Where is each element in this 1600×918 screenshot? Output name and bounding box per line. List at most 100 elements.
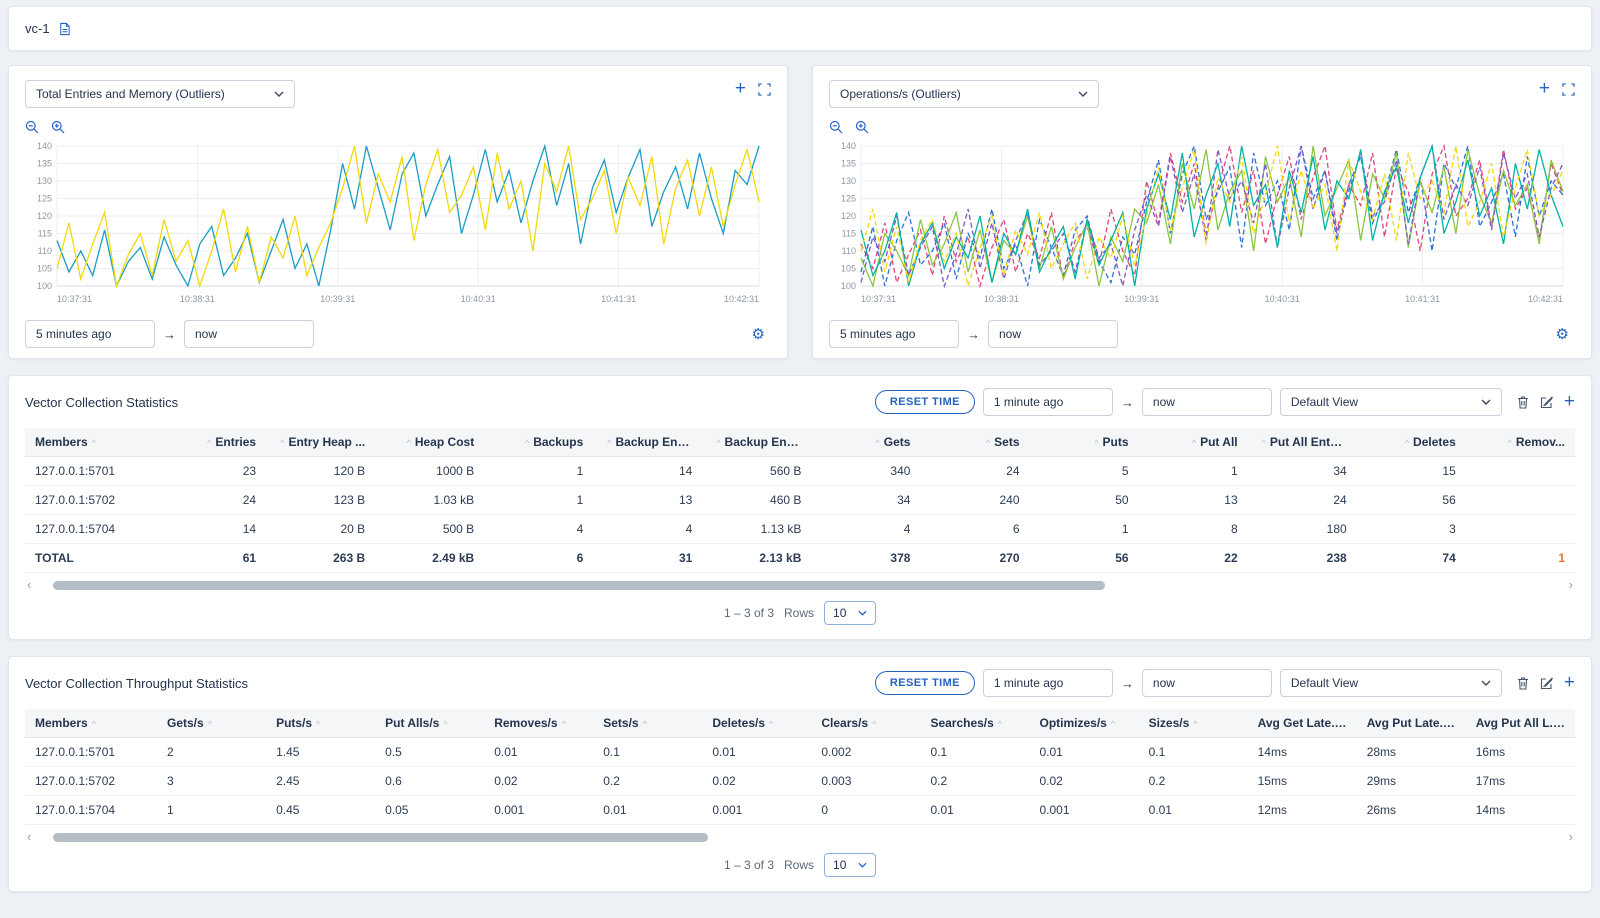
column-header[interactable]: Gets/s^ xyxy=(157,709,266,738)
table-title: Vector Collection Throughput Statistics xyxy=(25,676,248,691)
column-header[interactable]: ^Backups xyxy=(484,428,593,457)
table-time-from-input[interactable] xyxy=(983,388,1113,416)
add-chart-button[interactable]: + xyxy=(1539,82,1550,96)
svg-text:120: 120 xyxy=(841,211,856,221)
scrollbar-track[interactable] xyxy=(37,581,1562,590)
column-header[interactable]: ^Deletes xyxy=(1357,428,1466,457)
column-header[interactable]: Searches/s^ xyxy=(920,709,1029,738)
time-from-input[interactable] xyxy=(25,320,155,348)
column-header[interactable]: Deletes/s^ xyxy=(702,709,811,738)
table-row[interactable]: 127.0.0.1:570232.450.60.020.20.020.0030.… xyxy=(25,767,1575,796)
time-to-input[interactable] xyxy=(988,320,1118,348)
table-cell: 2 xyxy=(157,738,266,767)
scroll-left-arrow[interactable]: ‹ xyxy=(25,832,33,842)
column-header[interactable]: ^Backup Entri... xyxy=(593,428,702,457)
column-header[interactable]: Sets/s^ xyxy=(593,709,702,738)
column-header[interactable]: Avg Put All L...^ xyxy=(1466,709,1575,738)
column-header[interactable]: Members^ xyxy=(25,428,157,457)
scrollbar-thumb[interactable] xyxy=(53,833,709,842)
column-header[interactable]: ^Remov... xyxy=(1466,428,1575,457)
line-chart[interactable]: 10010511011512012513013514010:37:3110:38… xyxy=(829,138,1575,310)
table-row[interactable]: 127.0.0.1:570121.450.50.010.10.010.0020.… xyxy=(25,738,1575,767)
delete-view-button[interactable] xyxy=(1516,676,1530,691)
table-row[interactable]: 127.0.0.1:570410.450.050.0010.010.00100.… xyxy=(25,796,1575,825)
column-header[interactable]: ^Backup Entr... xyxy=(702,428,811,457)
edit-view-button[interactable] xyxy=(1540,676,1554,690)
sort-caret-icon: ^ xyxy=(562,719,566,729)
scrollbar-track[interactable] xyxy=(37,833,1562,842)
column-header[interactable]: ^Entry Heap ... xyxy=(266,428,375,457)
column-header[interactable]: ^Heap Cost xyxy=(375,428,484,457)
expand-chart-button[interactable] xyxy=(1562,83,1575,96)
sort-caret-icon: ^ xyxy=(1111,719,1115,729)
column-header[interactable]: ^Sets xyxy=(920,428,1029,457)
table-time-from-input[interactable] xyxy=(983,669,1113,697)
table-time-to-input[interactable] xyxy=(1142,388,1272,416)
column-header[interactable]: ^Puts xyxy=(1030,428,1139,457)
chart-metric-select[interactable]: Operations/s (Outliers) xyxy=(829,80,1099,108)
table-cell: 460 B xyxy=(702,486,811,515)
table-cell: 14ms xyxy=(1466,796,1575,825)
chart-metric-select[interactable]: Total Entries and Memory (Outliers) xyxy=(25,80,295,108)
time-from-input[interactable] xyxy=(829,320,959,348)
column-header[interactable]: Clears/s^ xyxy=(811,709,920,738)
zoom-in-button[interactable] xyxy=(855,120,869,134)
scroll-right-arrow[interactable]: › xyxy=(1567,832,1575,842)
table-cell: 378 xyxy=(811,544,920,573)
column-header[interactable]: ^Gets xyxy=(811,428,920,457)
table-row[interactable]: 127.0.0.1:570123120 B1000 B114560 B34024… xyxy=(25,457,1575,486)
delete-view-button[interactable] xyxy=(1516,395,1530,410)
zoom-out-icon xyxy=(25,120,39,134)
column-header[interactable]: Avg Put Late...^ xyxy=(1357,709,1466,738)
reset-time-button[interactable]: RESET TIME xyxy=(875,390,975,414)
table-cell: 34 xyxy=(1248,457,1357,486)
svg-text:130: 130 xyxy=(841,176,856,186)
column-header[interactable]: Optimizes/s^ xyxy=(1030,709,1139,738)
page-size-select[interactable]: 10 xyxy=(824,853,876,877)
chevron-down-icon xyxy=(858,862,867,868)
page-size-select[interactable]: 10 xyxy=(824,601,876,625)
view-select[interactable]: Default View xyxy=(1280,669,1502,697)
vector-collection-throughput-panel: Vector Collection Throughput Statistics … xyxy=(8,656,1592,892)
svg-text:10:37:31: 10:37:31 xyxy=(57,294,92,304)
time-to-input[interactable] xyxy=(184,320,314,348)
view-select[interactable]: Default View xyxy=(1280,388,1502,416)
table-row[interactable]: TOTAL61263 B2.49 kB6312.13 kB37827056222… xyxy=(25,544,1575,573)
zoom-in-button[interactable] xyxy=(51,120,65,134)
line-chart[interactable]: 10010511011512012513013514010:37:3110:38… xyxy=(25,138,771,310)
svg-text:10:40:31: 10:40:31 xyxy=(461,294,496,304)
zoom-out-button[interactable] xyxy=(829,120,843,134)
table-cell: 22 xyxy=(1139,544,1248,573)
column-header[interactable]: ^Entries xyxy=(157,428,266,457)
scroll-left-arrow[interactable]: ‹ xyxy=(25,580,33,590)
table-time-to-input[interactable] xyxy=(1142,669,1272,697)
column-header[interactable]: Members^ xyxy=(25,709,157,738)
scrollbar-thumb[interactable] xyxy=(53,581,1105,590)
table-cell: 0.1 xyxy=(593,738,702,767)
table-cell: 1 xyxy=(484,457,593,486)
scroll-right-arrow[interactable]: › xyxy=(1567,580,1575,590)
chart-settings-button[interactable]: ⚙ xyxy=(1550,324,1575,344)
table-row[interactable]: 127.0.0.1:57041420 B500 B441.13 kB461818… xyxy=(25,515,1575,544)
add-view-button[interactable]: + xyxy=(1564,676,1575,690)
rows-label: Rows xyxy=(784,606,814,620)
add-chart-button[interactable]: + xyxy=(735,82,746,96)
column-header[interactable]: Avg Get Late...^ xyxy=(1248,709,1357,738)
add-view-button[interactable]: + xyxy=(1564,395,1575,409)
reset-time-button[interactable]: RESET TIME xyxy=(875,671,975,695)
chart-settings-button[interactable]: ⚙ xyxy=(746,324,771,344)
table-cell: 56 xyxy=(1030,544,1139,573)
column-header[interactable]: ^Put All Entries xyxy=(1248,428,1357,457)
document-button[interactable] xyxy=(58,22,71,36)
svg-text:120: 120 xyxy=(37,211,52,221)
table-row[interactable]: 127.0.0.1:570224123 B1.03 kB113460 B3424… xyxy=(25,486,1575,515)
edit-view-button[interactable] xyxy=(1540,395,1554,409)
column-header[interactable]: Put Alls/s^ xyxy=(375,709,484,738)
column-header[interactable]: Puts/s^ xyxy=(266,709,375,738)
expand-chart-button[interactable] xyxy=(758,83,771,96)
column-header[interactable]: Sizes/s^ xyxy=(1139,709,1248,738)
zoom-out-button[interactable] xyxy=(25,120,39,134)
column-header[interactable]: ^Put All xyxy=(1139,428,1248,457)
view-select-label: Default View xyxy=(1291,395,1358,409)
column-header[interactable]: Removes/s^ xyxy=(484,709,593,738)
